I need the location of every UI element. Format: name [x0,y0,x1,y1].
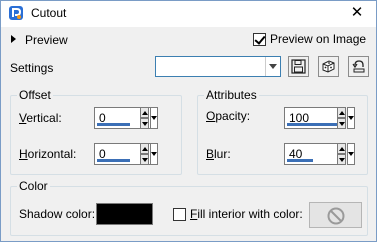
spin-down-icon[interactable] [337,154,346,165]
settings-label: Settings [10,61,54,75]
spin-up-icon[interactable] [140,107,149,118]
preview-on-image-label: Preview on Image [270,32,367,46]
spin-down-icon[interactable] [140,118,149,129]
spin-down-icon[interactable] [337,118,346,129]
slider-dropdown-icon[interactable] [150,107,158,129]
vertical-spinner[interactable] [140,107,158,129]
title-bar: Cutout ✕ [1,1,376,27]
fill-interior-checkbox[interactable] [173,208,186,221]
preview-on-image-checkbox[interactable] [253,33,266,46]
fill-interior-label: Fill interior with color: [190,207,303,221]
slider-dropdown-icon[interactable] [347,143,355,165]
cutout-dialog: Cutout ✕ Preview Preview on Image Settin… [0,0,377,242]
chevron-down-icon[interactable] [265,57,280,76]
paint-shop-pro-icon [8,5,24,21]
spin-up-icon[interactable] [337,143,346,154]
attributes-legend: Attributes [204,88,259,102]
blur-input[interactable]: 40 [284,143,342,165]
opacity-input[interactable]: 100 [284,107,342,129]
preview-label: Preview [25,33,68,47]
offset-legend: Offset [17,88,53,102]
reset-button[interactable] [348,56,369,77]
horizontal-spinner[interactable] [140,143,158,165]
close-button[interactable]: ✕ [340,1,374,25]
blur-slider-bar[interactable] [287,159,313,162]
shadow-color-swatch[interactable] [96,203,153,225]
blur-spinner[interactable] [337,143,355,165]
opacity-label: Opacity: [206,109,251,123]
opacity-slider-bar[interactable] [287,123,339,126]
vertical-label: Vertical: [19,111,62,125]
opacity-spinner[interactable] [337,107,355,129]
settings-preset-select[interactable] [155,56,281,77]
slider-dropdown-icon[interactable] [347,107,355,129]
window-title: Cutout [31,6,67,20]
horizontal-slider-bar[interactable] [97,159,130,162]
spin-up-icon[interactable] [140,143,149,154]
shadow-color-label: Shadow color: [19,207,96,221]
spin-down-icon[interactable] [140,154,149,165]
vertical-slider-bar[interactable] [97,123,130,126]
slider-dropdown-icon[interactable] [150,143,158,165]
color-legend: Color [17,179,50,193]
save-preset-button[interactable] [288,56,309,77]
blur-label: Blur: [206,147,231,161]
randomize-button[interactable] [318,56,339,77]
spin-up-icon[interactable] [337,107,346,118]
expand-arrow-icon [11,35,16,43]
fill-interior-color-swatch[interactable] [309,202,362,228]
horizontal-label: Horizontal: [19,147,77,161]
